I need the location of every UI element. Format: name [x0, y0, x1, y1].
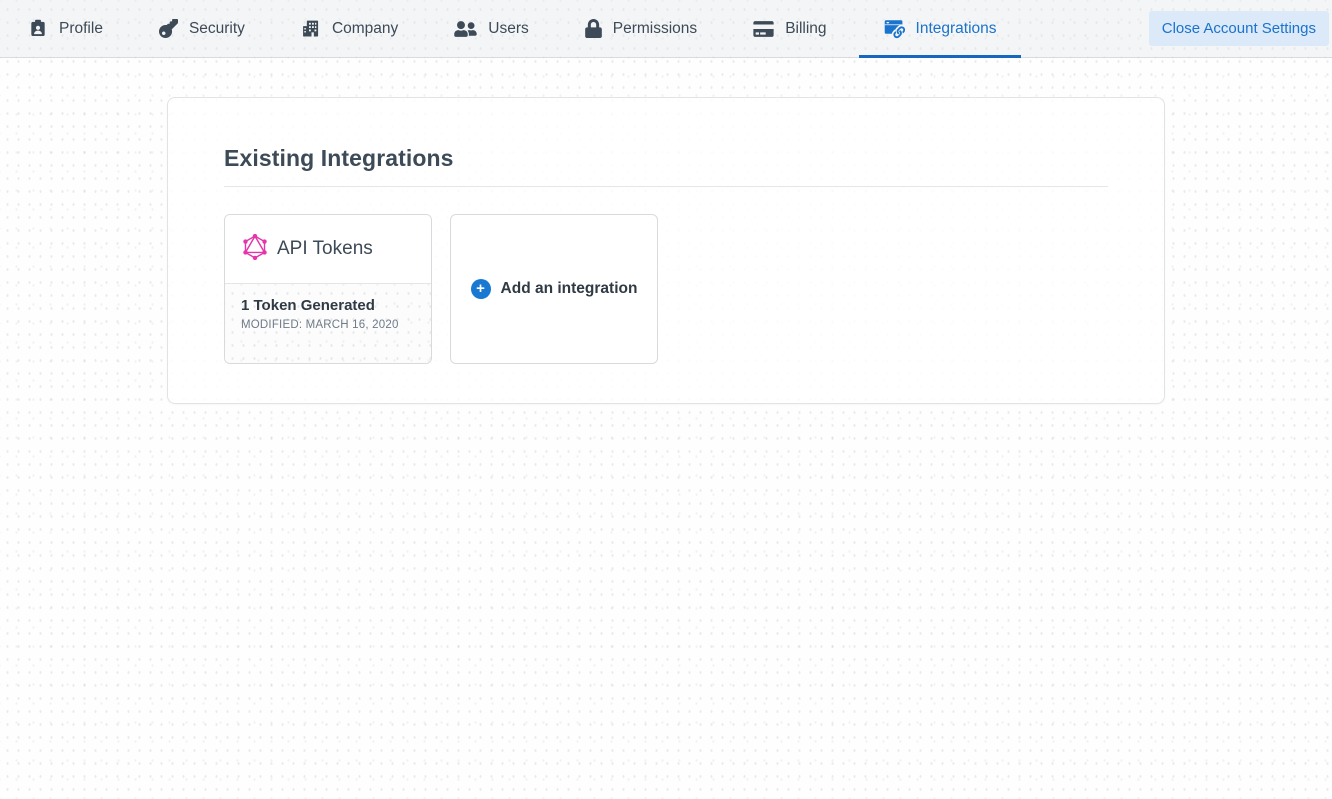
credit-card-icon	[753, 20, 774, 38]
integrations-icon	[883, 18, 905, 39]
plus-icon: +	[471, 279, 491, 299]
lock-icon	[585, 19, 602, 38]
tab-permissions[interactable]: Permissions	[561, 0, 721, 57]
api-tokens-card-body: 1 Token Generated MODIFIED: MARCH 16, 20…	[225, 284, 431, 363]
page-title: Existing Integrations	[224, 144, 1108, 172]
tab-profile[interactable]: Profile	[4, 0, 127, 57]
add-integration-label: Add an integration	[501, 280, 638, 298]
tab-label: Billing	[785, 20, 826, 38]
tab-billing[interactable]: Billing	[729, 0, 850, 57]
tab-label: Integrations	[916, 20, 997, 38]
tab-label: Users	[488, 20, 528, 38]
users-icon	[454, 20, 477, 38]
add-integration-card[interactable]: + Add an integration	[450, 214, 658, 364]
heading-divider	[224, 186, 1108, 187]
integration-cards-row: API Tokens 1 Token Generated MODIFIED: M…	[224, 214, 1108, 364]
token-count-status: 1 Token Generated	[241, 297, 415, 314]
tab-label: Company	[332, 20, 398, 38]
tab-label: Security	[189, 20, 245, 38]
tab-label: Profile	[59, 20, 103, 38]
modified-date: MODIFIED: MARCH 16, 2020	[241, 319, 415, 331]
building-icon	[301, 19, 321, 39]
tab-label: Permissions	[613, 20, 697, 38]
integrations-panel: Existing Integrations	[167, 97, 1165, 404]
api-tokens-card-header: API Tokens	[225, 215, 431, 284]
close-account-settings-button[interactable]: Close Account Settings	[1149, 11, 1329, 46]
tab-integrations[interactable]: Integrations	[859, 0, 1021, 57]
key-icon	[159, 19, 178, 38]
id-badge-icon	[28, 18, 48, 39]
graphql-icon	[242, 234, 268, 265]
api-tokens-card[interactable]: API Tokens 1 Token Generated MODIFIED: M…	[224, 214, 432, 364]
tab-security[interactable]: Security	[135, 0, 269, 57]
integration-title: API Tokens	[277, 238, 373, 260]
account-settings-tabbar: Profile Security	[0, 0, 1332, 58]
tab-users[interactable]: Users	[430, 0, 552, 57]
tab-company[interactable]: Company	[277, 0, 422, 57]
